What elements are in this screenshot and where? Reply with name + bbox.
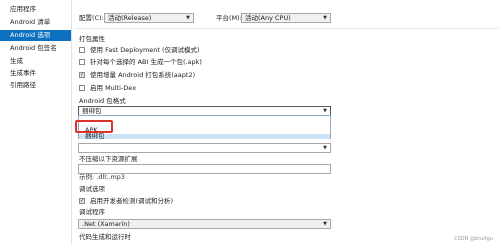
highlight-callout [75,120,113,133]
chevron-down-icon: ▼ [186,15,190,21]
sidebar: 应用程序 Android 清单 Android 选项 Android 包签名 生… [0,0,72,244]
platform-select-value: 活动(Any CPU) [245,14,291,22]
aapt2-label: 使用增量 Android 打包系统(aapt2) [90,71,196,79]
sidebar-item-android-options[interactable]: Android 选项 [0,30,71,41]
sidebar-item-build[interactable]: 生成 [0,56,71,67]
no-compress-hint: 示例: .dll;.mp3 [79,173,125,181]
package-format-select-value: 捆绑包 [82,107,102,115]
chevron-down-icon: ▼ [323,15,327,21]
per-abi-apk-label: 针对每个选择的 ABI 生成一个包(.apk) [90,58,202,66]
enable-debug-checkbox[interactable]: ✓ [79,198,85,204]
sidebar-item-reference-paths[interactable]: 引用路径 [0,80,71,91]
section-title-packaging: 打包属性 [79,35,105,43]
config-label: 配置(C): [79,14,104,22]
debugger-select[interactable]: .Net (Xamarin) ▼ [78,219,331,229]
section-title-codegen: 代码生成和运行时 [79,233,131,241]
multidex-checkbox[interactable] [79,85,85,91]
package-format-dropdown-list: APK 捆绑包 [78,115,331,139]
watermark: CSDN @bruitgu [454,236,493,242]
aapt2-checkbox[interactable]: ✓ [79,72,85,78]
option-bundle[interactable]: 捆绑包 [79,133,330,139]
platform-label: 平台(M): [216,14,242,22]
no-compress-label: 不压缩以下资源扩展 [79,155,138,163]
toolbar-divider [75,28,499,29]
sidebar-item-application[interactable]: 应用程序 [0,4,71,15]
sidebar-item-android-manifest[interactable]: Android 清单 [0,17,71,28]
sidebar-item-android-package-signing[interactable]: Android 包签名 [0,43,71,54]
hidden-select[interactable]: ▼ [78,143,331,153]
debugger-label: 调试程序 [79,208,105,216]
section-title-debugging: 调试选项 [79,185,105,193]
debugger-select-value: .Net (Xamarin) [82,220,130,228]
fast-deployment-label: 使用 Fast Deployment (仅调试模式) [90,46,200,54]
sidebar-item-build-events[interactable]: 生成事件 [0,68,71,79]
enable-debug-label: 启用开发者检测(调试和分析) [90,197,174,205]
per-abi-apk-checkbox[interactable] [79,59,85,65]
package-format-label: Android 包格式 [79,97,126,105]
config-select[interactable]: 活动(Release) ▼ [104,13,194,23]
config-select-value: 活动(Release) [108,14,152,22]
chevron-down-icon: ▼ [323,221,327,227]
chevron-down-icon: ▼ [323,145,327,151]
platform-select[interactable]: 活动(Any CPU) ▼ [241,13,331,23]
multidex-label: 启用 Multi-Dex [90,84,137,92]
fast-deployment-checkbox[interactable] [79,47,85,53]
